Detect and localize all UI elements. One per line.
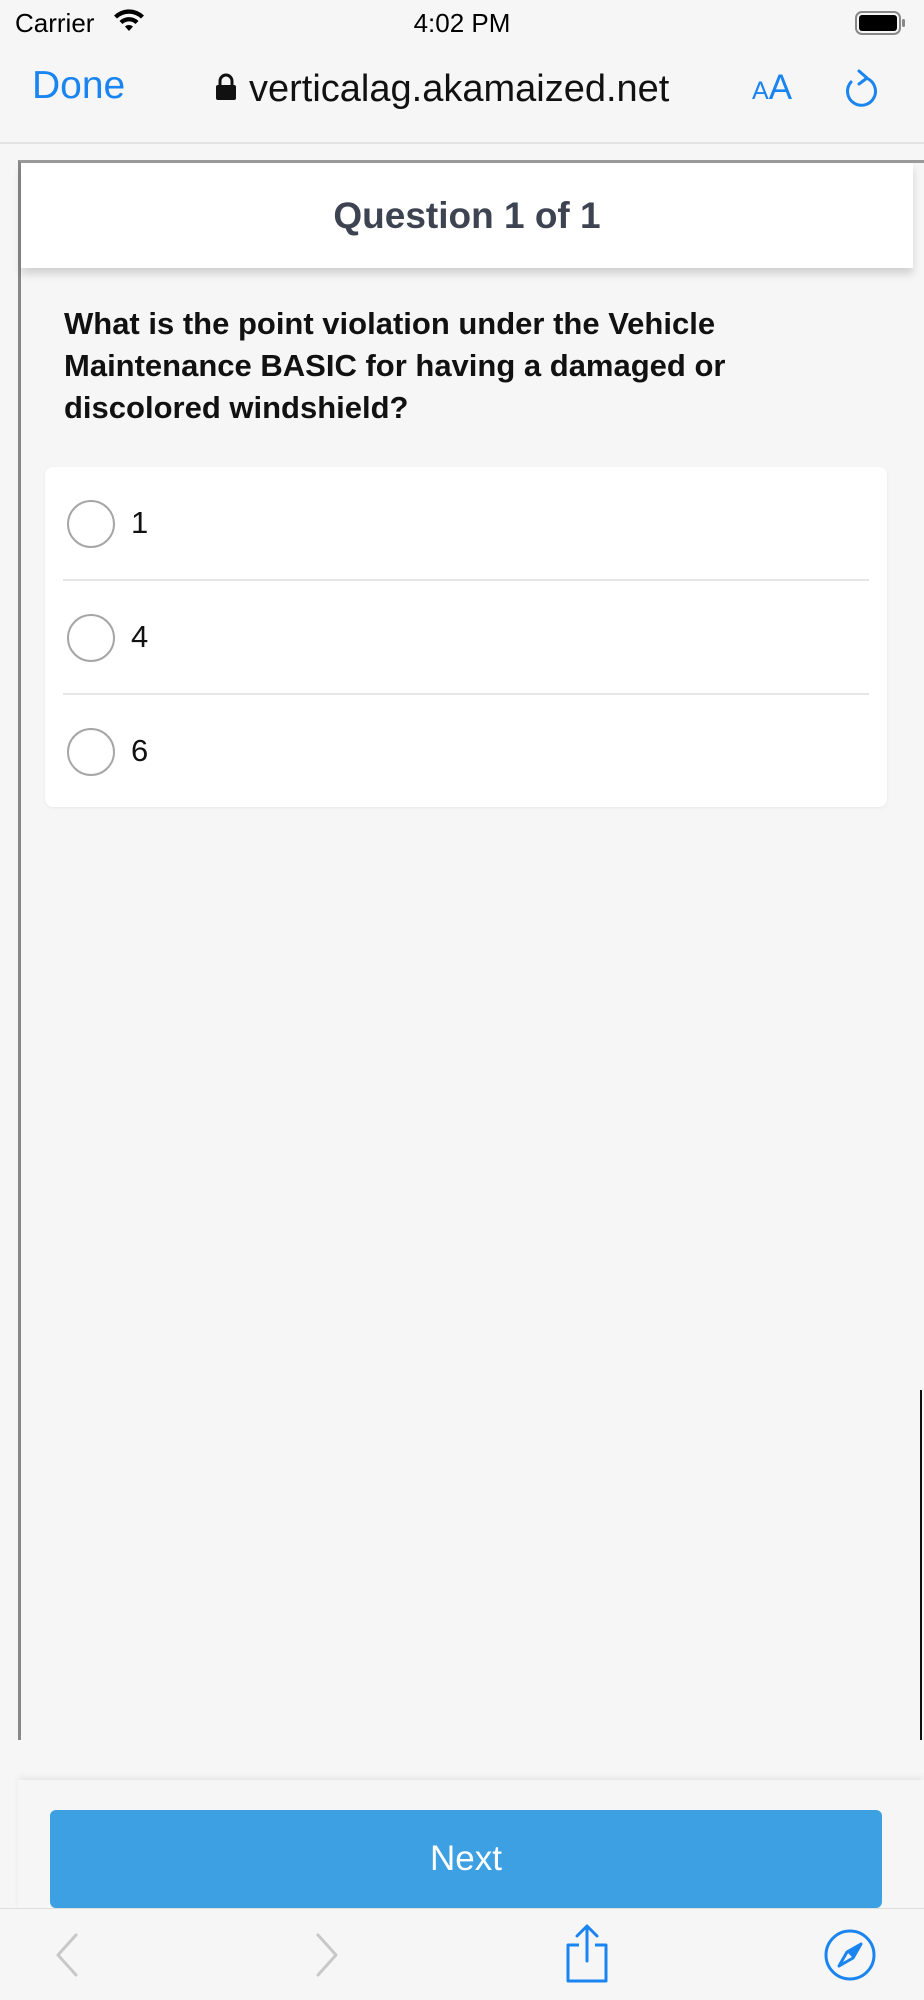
answer-options: 1 4 6 <box>45 467 887 807</box>
clock: 4:02 PM <box>413 8 511 38</box>
text-size-small-label: A <box>752 77 769 105</box>
battery-icon <box>855 11 907 40</box>
question-counter: Question 1 of 1 <box>21 163 913 268</box>
answer-label: 6 <box>131 733 149 768</box>
url-text: verticalag.akamaized.net <box>249 67 670 110</box>
radio-button[interactable] <box>67 614 115 662</box>
forward-icon[interactable] <box>312 1931 342 1984</box>
quiz-frame: Question 1 of 1 What is the point violat… <box>18 160 924 1740</box>
frame-edge <box>920 1390 922 1740</box>
lock-icon <box>215 73 237 106</box>
text-size-large-label: A <box>768 68 793 107</box>
reload-icon[interactable] <box>842 68 882 117</box>
share-icon[interactable] <box>562 1923 612 1990</box>
next-button[interactable]: Next <box>50 1810 882 1908</box>
question-text: What is the point violation under the Ve… <box>64 306 726 425</box>
status-bar: Carrier 4:02 PM <box>0 0 924 44</box>
answer-option-3[interactable]: 6 <box>45 695 887 808</box>
text-size-button[interactable]: AA <box>752 68 792 108</box>
done-button[interactable]: Done <box>32 64 125 108</box>
answer-label: 4 <box>131 619 149 654</box>
next-bar: Next <box>18 1780 924 1910</box>
answer-option-1[interactable]: 1 <box>45 467 887 580</box>
radio-button[interactable] <box>67 500 115 548</box>
compass-icon[interactable] <box>822 1927 878 1988</box>
browser-nav-bar: Done verticalag.akamaized.net AA <box>0 44 924 144</box>
address-bar[interactable]: verticalag.akamaized.net <box>215 64 669 114</box>
answer-label: 1 <box>131 505 149 540</box>
back-icon[interactable] <box>52 1931 82 1984</box>
radio-button[interactable] <box>67 728 115 776</box>
answer-option-2[interactable]: 4 <box>45 581 887 694</box>
browser-toolbar <box>0 1908 924 2000</box>
